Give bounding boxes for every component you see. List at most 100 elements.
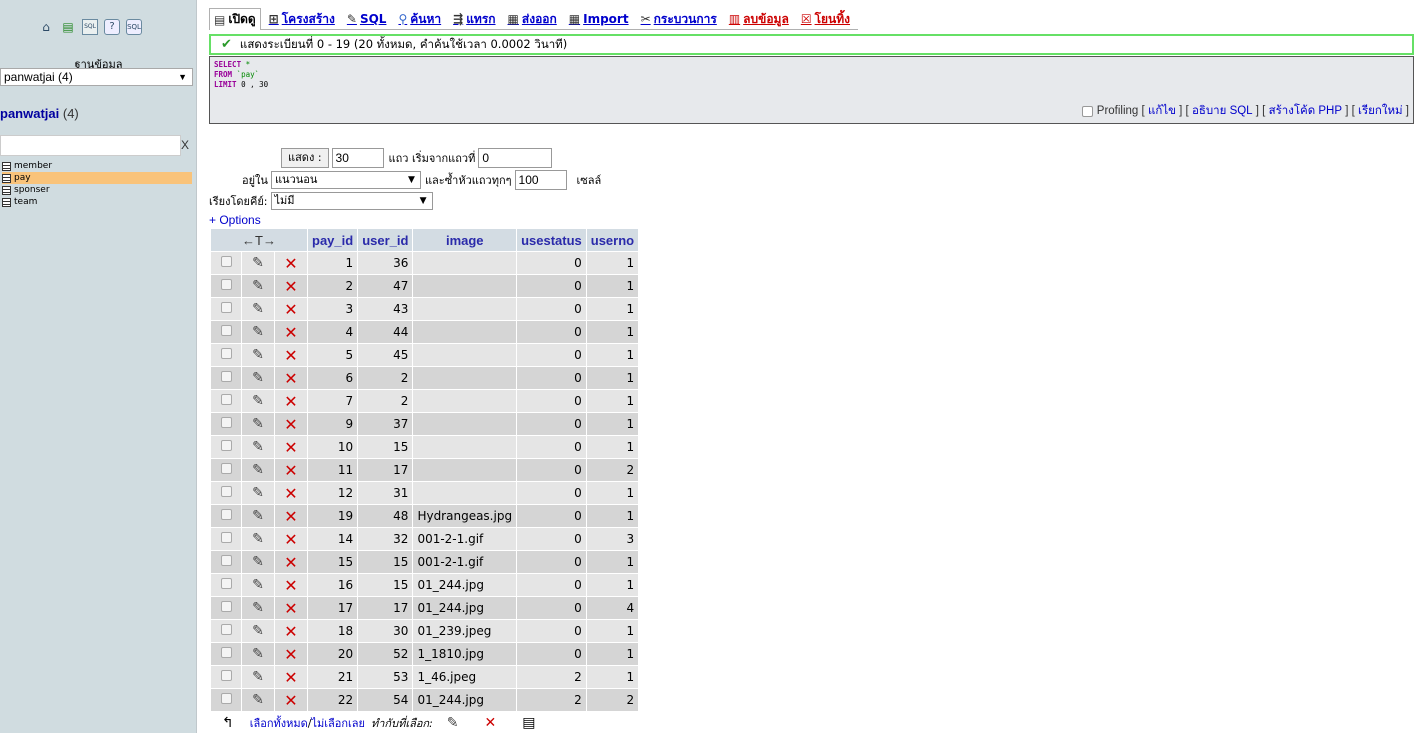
row-checkbox[interactable] [220, 509, 232, 520]
edit-icon[interactable]: ✎ [252, 692, 264, 708]
cell-userno[interactable]: 1 [586, 275, 639, 297]
cell-user_id[interactable]: 15 [358, 436, 413, 458]
cell-image[interactable]: Hydrangeas.jpg [413, 505, 517, 527]
cell-image[interactable]: 1_46.jpeg [413, 666, 517, 688]
delete-icon[interactable]: ✕ [284, 392, 297, 411]
sidebar-item-team[interactable]: team [2, 196, 192, 208]
sql-icon[interactable]: SQL [82, 19, 98, 35]
cell-usestatus[interactable]: 0 [517, 390, 586, 412]
cell-user_id[interactable]: 47 [358, 275, 413, 297]
table-row[interactable]: ✎ ✕ 5 45 0 1 [211, 344, 639, 366]
row-checkbox[interactable] [220, 578, 232, 589]
table-row[interactable]: ✎ ✕ 16 15 01_244.jpg 0 1 [211, 574, 639, 596]
delete-selected-icon[interactable]: ✕ [485, 715, 497, 731]
cell-image[interactable] [413, 390, 517, 412]
row-checkbox[interactable] [220, 279, 232, 290]
cell-user_id[interactable]: 53 [358, 666, 413, 688]
cell-user_id[interactable]: 15 [358, 574, 413, 596]
column-header-usestatus[interactable]: usestatus [517, 229, 586, 251]
edit-icon[interactable]: ✎ [252, 439, 264, 455]
delete-icon[interactable]: ✕ [284, 277, 297, 296]
cell-userno[interactable]: 1 [586, 390, 639, 412]
edit-icon[interactable]: ✎ [252, 278, 264, 294]
cell-pay_id[interactable]: 9 [308, 413, 358, 435]
cell-pay_id[interactable]: 19 [308, 505, 358, 527]
row-checkbox[interactable] [220, 394, 232, 405]
cell-pay_id[interactable]: 3 [308, 298, 358, 320]
cell-user_id[interactable]: 15 [358, 551, 413, 573]
sidebar-item-pay[interactable]: pay [2, 172, 192, 184]
row-checkbox[interactable] [220, 463, 232, 474]
cell-usestatus[interactable]: 0 [517, 252, 586, 274]
database-name[interactable]: panwatjai [0, 106, 59, 121]
cell-pay_id[interactable]: 15 [308, 551, 358, 573]
cell-userno[interactable]: 3 [586, 528, 639, 550]
cell-image[interactable]: 1_1810.jpg [413, 643, 517, 665]
edit-icon[interactable]: ✎ [252, 485, 264, 501]
cell-userno[interactable]: 1 [586, 505, 639, 527]
cell-user_id[interactable]: 44 [358, 321, 413, 343]
cell-pay_id[interactable]: 21 [308, 666, 358, 688]
cell-usestatus[interactable]: 0 [517, 367, 586, 389]
delete-icon[interactable]: ✕ [284, 622, 297, 641]
cell-user_id[interactable]: 2 [358, 367, 413, 389]
cell-user_id[interactable]: 2 [358, 390, 413, 412]
cell-user_id[interactable]: 54 [358, 689, 413, 711]
cell-image[interactable] [413, 367, 517, 389]
edit-icon[interactable]: ✎ [252, 646, 264, 662]
cell-userno[interactable]: 4 [586, 597, 639, 619]
home-icon[interactable]: ⌂ [38, 19, 54, 35]
refresh-link[interactable]: เรียกใหม่ [1358, 102, 1403, 120]
tab-empty[interactable]: ▥ ลบข้อมูล [725, 8, 793, 30]
delete-icon[interactable]: ✕ [284, 599, 297, 618]
tab-sql[interactable]: ✎ SQL [343, 8, 391, 30]
cell-image[interactable] [413, 413, 517, 435]
cell-pay_id[interactable]: 6 [308, 367, 358, 389]
table-row[interactable]: ✎ ✕ 3 43 0 1 [211, 298, 639, 320]
edit-icon[interactable]: ✎ [252, 554, 264, 570]
cell-userno[interactable]: 1 [586, 413, 639, 435]
options-link[interactable]: + Options [209, 213, 261, 227]
table-row[interactable]: ✎ ✕ 6 2 0 1 [211, 367, 639, 389]
display-mode-select[interactable]: แนวนอน ▼ [270, 171, 421, 189]
table-filter-input[interactable] [0, 135, 181, 156]
row-checkbox[interactable] [220, 670, 232, 681]
delete-icon[interactable]: ✕ [284, 369, 297, 388]
row-checkbox[interactable] [220, 417, 232, 428]
tab-search[interactable]: ⚲ ค้นหา [394, 8, 445, 30]
cell-pay_id[interactable]: 17 [308, 597, 358, 619]
cell-userno[interactable]: 1 [586, 574, 639, 596]
cell-user_id[interactable]: 52 [358, 643, 413, 665]
sql-query-text[interactable]: SELECT * FROM `pay` LIMIT 0 , 30 [214, 60, 268, 90]
cell-image[interactable]: 001-2-1.gif [413, 551, 517, 573]
delete-icon[interactable]: ✕ [284, 484, 297, 503]
cell-image[interactable] [413, 321, 517, 343]
delete-icon[interactable]: ✕ [284, 254, 297, 273]
cell-usestatus[interactable]: 0 [517, 344, 586, 366]
tab-drop[interactable]: ☒ โยนทิ้ง [797, 8, 854, 30]
cell-image[interactable] [413, 482, 517, 504]
cell-image[interactable] [413, 298, 517, 320]
cell-user_id[interactable]: 32 [358, 528, 413, 550]
cell-usestatus[interactable]: 0 [517, 574, 586, 596]
cell-usestatus[interactable]: 0 [517, 597, 586, 619]
cell-usestatus[interactable]: 0 [517, 505, 586, 527]
tab-import[interactable]: ▦ Import [565, 8, 633, 30]
cell-user_id[interactable]: 30 [358, 620, 413, 642]
edit-query-link[interactable]: แก้ไข [1148, 102, 1176, 120]
edit-icon[interactable]: ✎ [252, 531, 264, 547]
table-row[interactable]: ✎ ✕ 20 52 1_1810.jpg 0 1 [211, 643, 639, 665]
table-row[interactable]: ✎ ✕ 19 48 Hydrangeas.jpg 0 1 [211, 505, 639, 527]
cell-image[interactable]: 01_239.jpeg [413, 620, 517, 642]
tab-structure[interactable]: ⊞ โครงสร้าง [265, 8, 339, 30]
table-row[interactable]: ✎ ✕ 9 37 0 1 [211, 413, 639, 435]
row-checkbox[interactable] [220, 302, 232, 313]
column-header-pay_id[interactable]: pay_id [308, 229, 358, 251]
cell-userno[interactable]: 1 [586, 482, 639, 504]
sidebar-item-member[interactable]: member [2, 160, 192, 172]
cell-userno[interactable]: 1 [586, 620, 639, 642]
table-row[interactable]: ✎ ✕ 2 47 0 1 [211, 275, 639, 297]
cell-image[interactable] [413, 459, 517, 481]
table-row[interactable]: ✎ ✕ 22 54 01_244.jpg 2 2 [211, 689, 639, 711]
database-select[interactable]: panwatjai (4) ▼ [0, 68, 193, 86]
